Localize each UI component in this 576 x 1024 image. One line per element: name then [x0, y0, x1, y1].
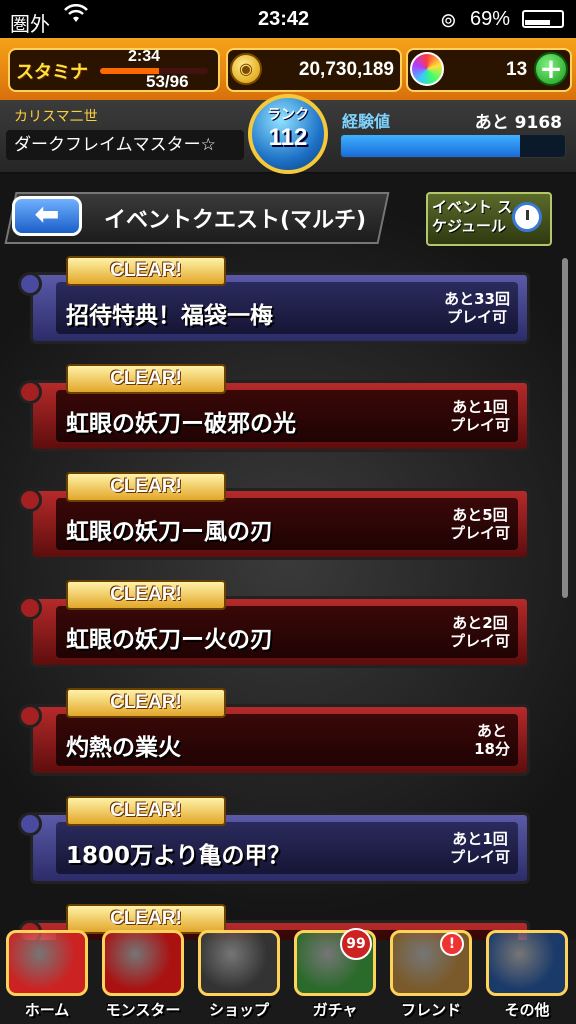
- tab-handshake[interactable]: フレンド!: [384, 924, 478, 1024]
- tab-label: フレンド: [400, 1001, 461, 1019]
- coin-icon: ◉: [230, 53, 262, 85]
- wifi-icon: [64, 3, 88, 30]
- quest-row[interactable]: CLEAR! 1800万より亀の甲？ あと1回 プレイ可: [18, 796, 530, 884]
- tab-label: その他: [504, 1001, 550, 1019]
- quest-name: 招待特典！福袋一梅: [66, 303, 273, 329]
- tab-home-dragon[interactable]: ホーム: [0, 924, 94, 1024]
- tab-label: モンスター: [105, 1001, 181, 1019]
- tab-monster[interactable]: モンスター: [96, 924, 190, 1024]
- tab-rainbow-orb[interactable]: ショップ: [192, 924, 286, 1024]
- orb-icon: [410, 52, 444, 86]
- rank-badge: ランク 112: [248, 94, 328, 174]
- exp-label: 経験値: [342, 112, 391, 131]
- player-title: カリスマ二世: [14, 109, 98, 125]
- player-name: ダークフレイムマスター☆: [6, 130, 244, 160]
- quest-name: 1800万より亀の甲？: [66, 843, 291, 869]
- event-schedule-label: イベント スケジュール: [432, 198, 513, 235]
- quest-knob-icon: [18, 812, 42, 836]
- tab-label: ホーム: [24, 1001, 70, 1019]
- stamina-panel: スタミナ 2:34 53/96: [8, 48, 220, 92]
- clear-badge: CLEAR!: [66, 472, 226, 502]
- quest-remaining-plays: あと 18分: [474, 722, 510, 758]
- quest-name: 虹眼の妖刀ー風の刃: [66, 519, 273, 545]
- carrier-label: 圏外: [10, 14, 50, 36]
- player-profile: カリスマ二世 ダークフレイムマスター☆ ランク 112 経験値 あと 9168: [0, 94, 576, 174]
- battery-icon: [522, 10, 564, 28]
- clear-badge: CLEAR!: [66, 796, 226, 826]
- tab-egg[interactable]: ガチャ 99: [288, 924, 382, 1024]
- exp-bar: [340, 134, 566, 158]
- buy-orbs-button[interactable]: +: [534, 52, 568, 86]
- quest-list-screen: ⬅ イベントクエスト(マルチ) イベント スケジュール CLEAR! 招待特典！福…: [0, 174, 576, 940]
- status-bar: 圏外 23:42 ⊚ 69%: [0, 0, 576, 38]
- quest-remaining-plays: あと2回 プレイ可: [449, 614, 510, 650]
- quest-name: 灼熱の業火: [66, 735, 181, 761]
- home-dragon-icon: [6, 930, 88, 996]
- rainbow-orb-icon: [198, 930, 280, 996]
- tab-radar[interactable]: その他: [480, 924, 574, 1024]
- quest-row[interactable]: CLEAR! 虹眼の妖刀ー風の刃 あと5回 プレイ可: [18, 472, 530, 560]
- event-schedule-button[interactable]: イベント スケジュール: [426, 192, 552, 246]
- quest-knob-icon: [18, 596, 42, 620]
- scrollbar[interactable]: [562, 258, 568, 598]
- stamina-timer: 2:34: [128, 48, 161, 65]
- back-button[interactable]: ⬅: [12, 196, 82, 236]
- clear-badge: CLEAR!: [66, 580, 226, 610]
- quest-row[interactable]: CLEAR! 招待特典！福袋一梅 あと33回 プレイ可: [18, 256, 530, 344]
- orb-panel: 13 +: [406, 48, 572, 92]
- page-title: イベントクエスト(マルチ): [104, 208, 367, 233]
- gacha-count-badge: 99: [340, 928, 372, 960]
- quest-remaining-plays: あと5回 プレイ可: [449, 506, 510, 542]
- quest-remaining-plays: あと1回 プレイ可: [449, 398, 510, 434]
- quest-row[interactable]: CLEAR! 虹眼の妖刀ー破邪の光 あと1回 プレイ可: [18, 364, 530, 452]
- clear-badge: CLEAR!: [66, 256, 226, 286]
- rank-label: ランク: [267, 107, 309, 123]
- exp-remaining: あと 9168: [474, 113, 562, 133]
- clear-badge: CLEAR!: [66, 364, 226, 394]
- quest-knob-icon: [18, 704, 42, 728]
- quest-knob-icon: [18, 488, 42, 512]
- quest-name: 虹眼の妖刀ー破邪の光: [66, 411, 296, 437]
- clock-time: 23:42: [258, 8, 310, 30]
- radar-icon: [486, 930, 568, 996]
- coin-count: 20,730,189: [298, 59, 394, 80]
- tab-label: ガチャ: [312, 1001, 358, 1019]
- quest-knob-icon: [18, 272, 42, 296]
- alert-badge: !: [440, 932, 464, 956]
- rank-value: 112: [268, 124, 308, 151]
- clear-badge: CLEAR!: [66, 688, 226, 718]
- bottom-tab-bar: ホーム モンスター ショップ ガチャ 99 フレンド! その他: [0, 924, 576, 1024]
- quest-name: 虹眼の妖刀ー火の刃: [66, 627, 273, 653]
- quest-remaining-plays: あと33回 プレイ可: [444, 290, 510, 326]
- monster-icon: [102, 930, 184, 996]
- quest-row[interactable]: CLEAR! 虹眼の妖刀ー火の刃 あと2回 プレイ可: [18, 580, 530, 668]
- clock-icon: [512, 202, 542, 232]
- quest-knob-icon: [18, 380, 42, 404]
- orb-count: 13: [506, 59, 528, 80]
- battery-percent: 69%: [470, 8, 511, 30]
- stamina-label: スタミナ: [16, 62, 88, 83]
- stamina-count: 53/96: [146, 72, 189, 91]
- rotation-lock-icon: ⊚: [440, 10, 457, 32]
- quest-row[interactable]: CLEAR! 灼熱の業火 あと 18分: [18, 688, 530, 776]
- tab-label: ショップ: [208, 1001, 269, 1019]
- quest-remaining-plays: あと1回 プレイ可: [449, 830, 510, 866]
- coin-panel: ◉ 20,730,189: [226, 48, 402, 92]
